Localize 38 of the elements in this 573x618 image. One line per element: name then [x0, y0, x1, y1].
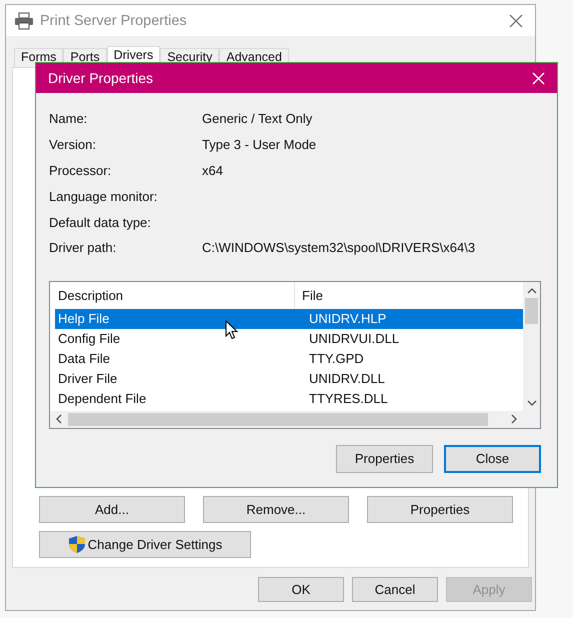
driver-button[interactable]: Remove...: [203, 496, 349, 523]
list-row[interactable]: Dependent File TTYRES.DLL: [55, 388, 523, 409]
field-label: Default data type:: [49, 214, 152, 230]
field-value: x64: [202, 162, 224, 178]
scrollbar-thumb[interactable]: [68, 412, 488, 426]
cursor-icon: [225, 320, 238, 340]
dialog-button[interactable]: OK: [258, 577, 344, 602]
column-header[interactable]: File: [295, 282, 323, 309]
field-label: Version:: [49, 137, 97, 152]
dialog-title: Driver Properties: [48, 70, 154, 86]
field-label: Processor:: [49, 162, 112, 178]
field-label: Driver path:: [49, 240, 118, 256]
list-row[interactable]: Help File UNIDRV.HLP: [55, 308, 523, 329]
scrollbar-thumb[interactable]: [525, 298, 538, 324]
dialog-button[interactable]: Close: [444, 444, 541, 473]
list-row[interactable]: Driver File UNIDRV.DLL: [55, 368, 523, 389]
window-title: Print Server Properties: [40, 12, 188, 28]
field-value: C:\WINDOWS\system32\spool\DRIVERS\x64\3: [202, 240, 476, 256]
dialog-button[interactable]: Cancel: [352, 577, 438, 602]
scroll-down-icon[interactable]: [526, 400, 536, 407]
list-row[interactable]: Config File UNIDRVUI.DLL: [55, 328, 523, 349]
close-icon[interactable]: [509, 14, 523, 28]
horizontal-scrollbar[interactable]: [50, 410, 523, 428]
printer-icon: [14, 12, 34, 30]
scroll-up-icon[interactable]: [526, 286, 536, 294]
shield-icon: [68, 535, 86, 554]
field-value: Generic / Text Only: [202, 111, 314, 126]
field-label: Name:: [49, 111, 88, 126]
scroll-left-icon[interactable]: [55, 414, 62, 424]
scroll-right-icon[interactable]: [511, 414, 518, 424]
dialog-button[interactable]: Properties: [336, 444, 433, 473]
vertical-scrollbar[interactable]: [523, 282, 540, 411]
list-row[interactable]: Data File TTY.GPD: [55, 348, 523, 369]
driver-button[interactable]: Properties: [367, 496, 513, 523]
field-label: Language monitor:: [49, 188, 158, 204]
driver-button[interactable]: Add...: [39, 496, 185, 523]
field-value: Type 3 - User Mode: [202, 137, 318, 152]
change-driver-settings-button[interactable]: Change Driver Settings: [39, 531, 251, 558]
